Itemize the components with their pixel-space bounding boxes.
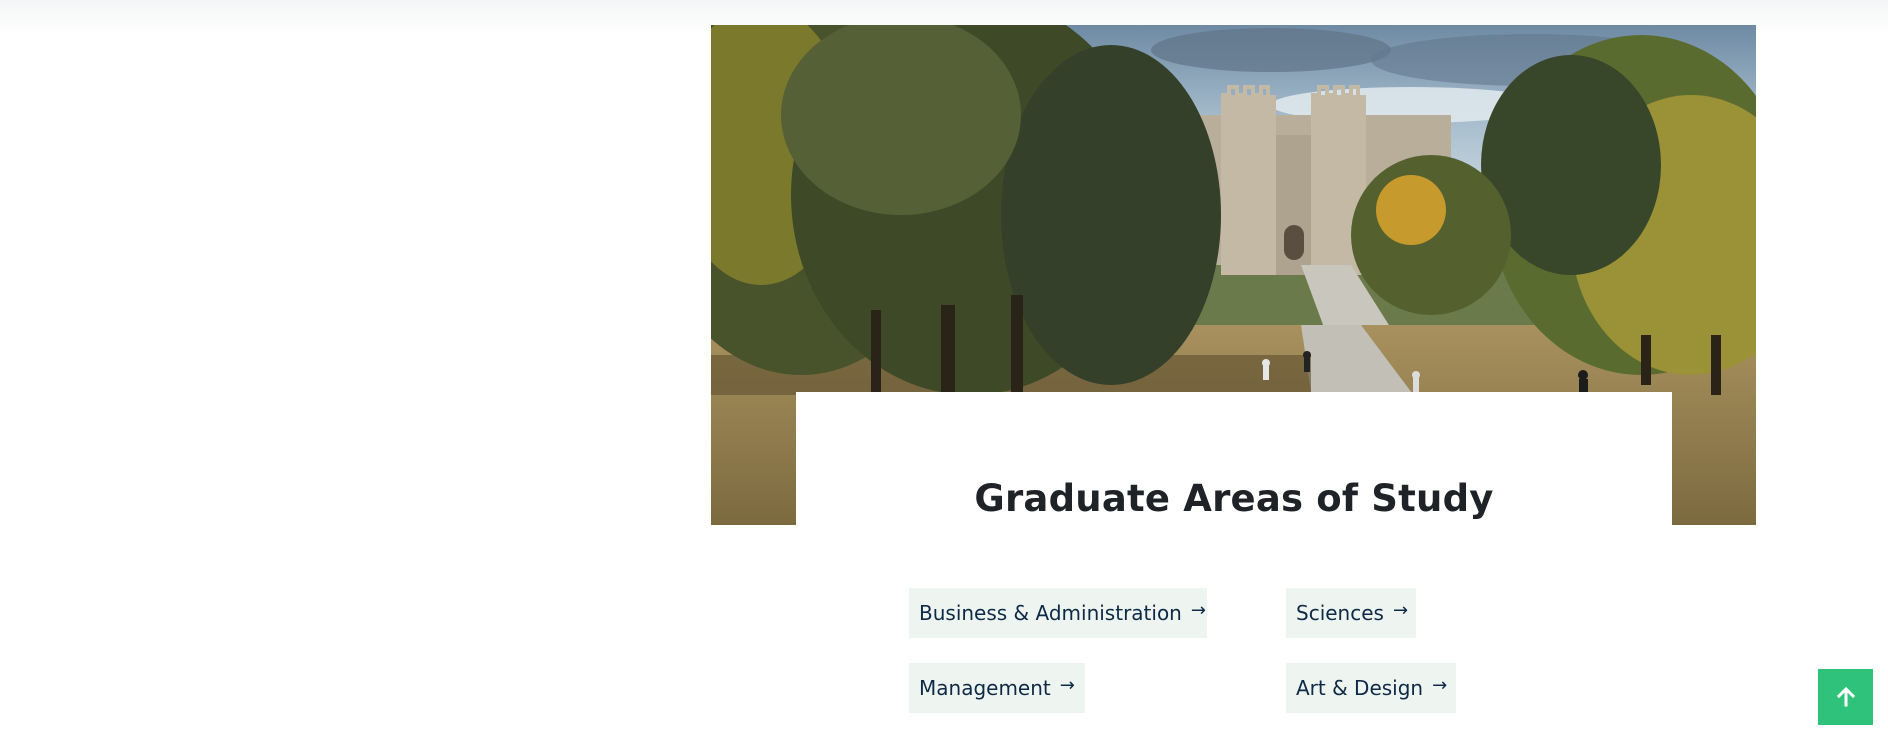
arrow-right-icon: →	[1432, 675, 1448, 696]
arrow-right-icon: →	[1059, 675, 1075, 696]
area-link-label: Business & Administration	[919, 601, 1182, 625]
area-link-label: Art & Design	[1296, 676, 1424, 700]
area-link-management[interactable]: Management →	[909, 663, 1085, 713]
scroll-to-top-button[interactable]	[1818, 669, 1873, 725]
arrow-up-icon	[1836, 686, 1855, 707]
area-link-label: Sciences	[1296, 601, 1384, 625]
area-link-business-administration[interactable]: Business & Administration →	[909, 588, 1207, 638]
section-title: Graduate Areas of Study	[974, 477, 1494, 520]
area-link-sciences[interactable]: Sciences →	[1286, 588, 1416, 638]
arrow-right-icon: →	[1190, 600, 1206, 621]
area-link-art-design[interactable]: Art & Design →	[1286, 663, 1456, 713]
arrow-right-icon: →	[1392, 600, 1409, 621]
area-link-label: Management	[919, 676, 1051, 700]
study-areas-card: Graduate Areas of Study	[796, 392, 1672, 525]
